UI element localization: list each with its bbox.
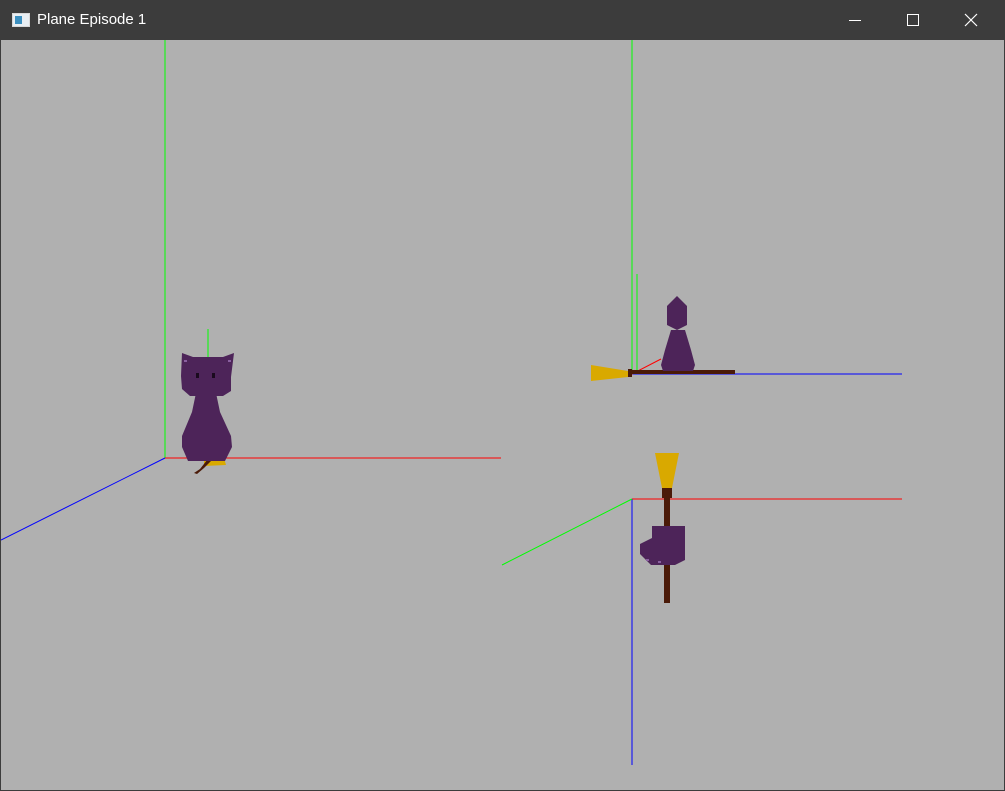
cat-head bbox=[667, 296, 687, 330]
maximize-button[interactable] bbox=[884, 0, 942, 40]
app-window-icon bbox=[12, 13, 30, 27]
side-view bbox=[591, 40, 902, 381]
title-bar[interactable]: Plane Episode 1 bbox=[0, 0, 1005, 40]
top-view bbox=[501, 453, 902, 765]
scene-canvas bbox=[1, 40, 902, 765]
cat-eye-right bbox=[212, 373, 215, 378]
cat-body bbox=[661, 330, 695, 371]
cat-eye-left bbox=[196, 373, 199, 378]
close-button[interactable] bbox=[942, 0, 1000, 40]
cat-head bbox=[181, 353, 234, 396]
perspective-view bbox=[1, 40, 501, 541]
maximize-icon bbox=[907, 14, 919, 26]
app-window: Plane Episode 1 bbox=[0, 0, 1005, 791]
y-axis bbox=[501, 498, 633, 566]
cat-character bbox=[661, 296, 695, 371]
cat-character bbox=[181, 329, 234, 461]
cat-character bbox=[640, 526, 685, 565]
z-axis bbox=[1, 457, 166, 541]
window-title: Plane Episode 1 bbox=[37, 11, 147, 28]
scene-viewport[interactable] bbox=[1, 40, 1004, 790]
minimize-icon bbox=[849, 20, 861, 21]
close-icon bbox=[964, 13, 978, 27]
cat-body bbox=[182, 393, 232, 461]
minimize-button[interactable] bbox=[826, 0, 884, 40]
